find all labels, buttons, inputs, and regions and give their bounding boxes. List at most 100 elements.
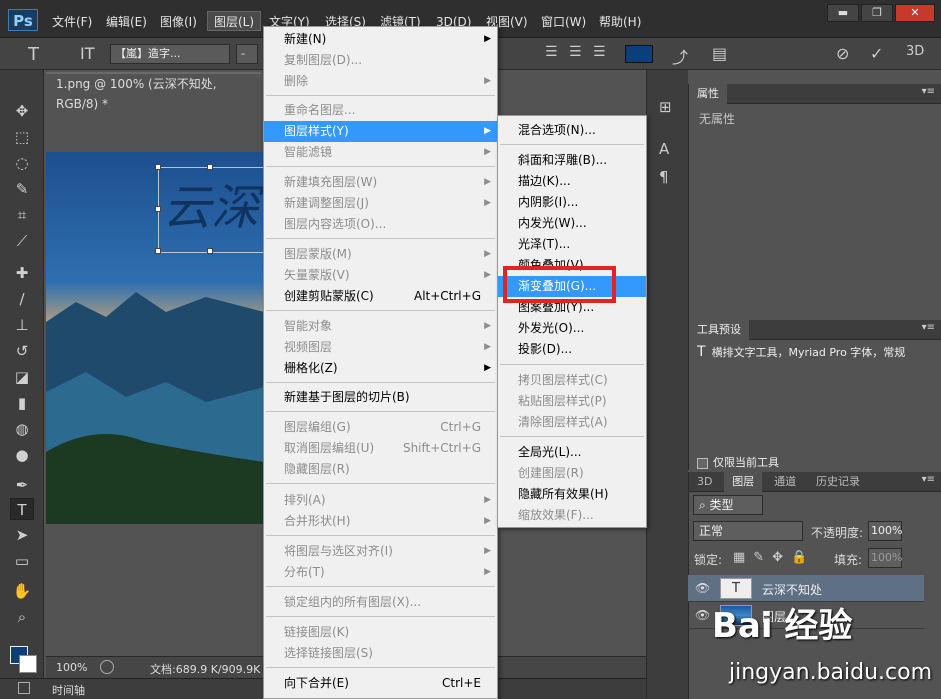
menu-item-hide-layers[interactable]: 隐藏图层(R) [264,459,497,480]
hand-tool-icon[interactable]: ✋ [10,580,34,602]
crop-tool-icon[interactable]: ⌗ [10,204,34,226]
menu-item-layer-slice[interactable]: 新建基于图层的切片(B) [264,387,497,408]
menu-item-distribute[interactable]: 分布(T) ▶ [264,562,497,583]
menu-item-scale-effects[interactable]: 缩放效果(F)... [498,505,646,526]
menu-item-arrange[interactable]: 排列(A) ▶ [264,490,497,511]
zoom-tool-icon[interactable]: ⌕ [10,606,34,628]
text-orientation-icon[interactable]: IT [80,44,95,63]
menu-item-link-layers[interactable]: 链接图层(K) [264,622,497,643]
menu-item-vector-mask[interactable]: 矢量蒙版(V) ▶ [264,265,497,286]
eye-icon[interactable]: 👁 [695,581,710,595]
menu-item-smart-object[interactable]: 智能对象 ▶ [264,316,497,337]
document-tab[interactable]: 1.png @ 100% (云深不知处, RGB/8) * [46,72,261,111]
type-tool-icon[interactable]: T [28,44,39,65]
menu-item-smart-filter[interactable]: 智能滤镜 ▶ [264,142,497,163]
healing-brush-icon[interactable]: ✚ [10,262,34,284]
layer-name[interactable]: 云深不知处 [762,581,822,598]
cancel-icon[interactable]: ⊘ [836,44,849,63]
handle[interactable] [207,164,213,170]
tab-3d[interactable]: 3D [689,472,720,492]
timeline-label[interactable]: 时间轴 [52,682,85,698]
menu-item-lock-all[interactable]: 锁定组内的所有图层(X)... [264,592,497,613]
menu-item-outer-glow[interactable]: 外发光(O)... [498,318,646,339]
menu-item-create-layer[interactable]: 创建图层(R) [498,463,646,484]
menu-item-inner-shadow[interactable]: 内阴影(I)... [498,192,646,213]
menu-image[interactable]: 图像(I) [154,12,203,32]
quick-select-icon[interactable]: ✎ [10,178,34,200]
path-select-icon[interactable]: ➤ [10,524,34,546]
share-icon[interactable] [100,660,114,674]
brush-tool-icon[interactable]: ∕ [10,288,34,310]
menu-item-global-light[interactable]: 全局光(L)... [498,442,646,463]
lasso-tool-icon[interactable]: ◌ [10,152,34,174]
menu-item-stroke[interactable]: 描边(K)... [498,171,646,192]
tool-preset-item[interactable]: T 横排文字工具，Myriad Pro 字体，常规 [697,344,922,360]
menu-item-merge-down[interactable]: 向下合并(E) Ctrl+E [264,673,497,694]
paragraph-panel-icon[interactable]: ¶ [659,168,669,186]
menu-item-delete[interactable]: 删除 ▶ [264,71,497,92]
font-style-select[interactable]: - [236,44,258,64]
shape-tool-icon[interactable]: ▭ [10,550,34,572]
handle[interactable] [207,248,213,254]
layer-filter-select[interactable]: ⌕ 类型 [693,495,763,515]
panel-menu-icon[interactable]: ▾≡ [922,86,935,97]
menu-item-inner-glow[interactable]: 内发光(W)... [498,213,646,234]
menu-item-blending-options[interactable]: 混合选项(N)... [498,120,646,141]
marquee-tool-icon[interactable]: ⬚ [10,126,34,148]
opacity-input[interactable]: 100% [868,521,902,541]
fill-input[interactable]: 100% [868,548,902,568]
menu-item-layer-style[interactable]: 图层样式(Y) ▶ [264,121,497,142]
stamp-tool-icon[interactable]: ⊥ [10,314,34,336]
tab-tool-presets[interactable]: 工具预设 [689,320,749,340]
menu-item-rasterize[interactable]: 栅格化(Z) ▶ [264,358,497,379]
handle[interactable] [155,248,161,254]
minimize-button[interactable]: ▬ [827,4,859,22]
menu-item-drop-shadow[interactable]: 投影(D)... [498,339,646,360]
menu-item-bevel-emboss[interactable]: 斜面和浮雕(B)... [498,150,646,171]
handle[interactable] [155,164,161,170]
menu-item-content-options[interactable]: 图层内容选项(O)... [264,214,497,235]
panel-menu-icon[interactable]: ▾≡ [922,474,935,485]
menu-item-combine-shapes[interactable]: 合并形状(H) ▶ [264,511,497,532]
tab-properties[interactable]: 属性 [689,84,727,104]
menu-item-new[interactable]: 新建(N) ▶ [264,29,497,50]
align-center-icon[interactable]: ☰ [569,44,582,60]
type-tool-icon[interactable]: T [10,498,34,520]
close-button[interactable]: ✕ [895,4,935,22]
menu-item-satin[interactable]: 光泽(T)... [498,234,646,255]
menu-file[interactable]: 文件(F) [46,12,98,32]
tab-channels[interactable]: 通道 [766,472,804,492]
3d-button[interactable]: 3D [906,44,924,59]
current-tool-only-checkbox[interactable]: 仅限当前工具 [697,454,779,470]
menu-window[interactable]: 窗口(W) [535,12,592,32]
background-color-swatch[interactable] [19,655,37,673]
char-panel-icon[interactable]: ▤ [712,44,727,63]
menu-item-clear-style[interactable]: 清除图层样式(A) [498,412,646,433]
eye-icon[interactable]: 👁 [695,608,710,622]
menu-item-duplicate[interactable]: 复制图层(D)... [264,50,497,71]
menu-item-paste-style[interactable]: 粘贴图层样式(P) [498,391,646,412]
maximize-button[interactable]: ❐ [861,4,893,22]
menu-item-new-fill-layer[interactable]: 新建填充图层(W) ▶ [264,172,497,193]
menu-item-select-linked[interactable]: 选择链接图层(S) [264,643,497,664]
commit-icon[interactable]: ✓ [870,44,883,63]
menu-item-ungroup[interactable]: 取消图层编组(U) Shift+Ctrl+G [264,438,497,459]
zoom-level[interactable]: 100% [56,661,87,674]
tab-layers[interactable]: 图层 [724,472,763,492]
text-bounding-box[interactable] [155,164,264,254]
warp-text-icon[interactable]: ⤴ [672,44,688,68]
menu-item-clipping-mask[interactable]: 创建剪贴蒙版(C) Alt+Ctrl+G [264,286,497,307]
history-panel-icon[interactable]: ⊞ [659,98,672,116]
menu-item-rename[interactable]: 重命名图层... [264,100,497,121]
align-left-icon[interactable]: ☰ [545,44,558,60]
menu-edit[interactable]: 编辑(E) [100,12,153,32]
menu-item-layer-mask[interactable]: 图层蒙版(M) ▶ [264,244,497,265]
panel-menu-icon[interactable]: ▾≡ [922,322,935,333]
menu-item-group[interactable]: 图层编组(G) Ctrl+G [264,417,497,438]
text-color-swatch[interactable] [625,45,653,63]
menu-item-copy-style[interactable]: 拷贝图层样式(C) [498,370,646,391]
move-tool-icon[interactable]: ✥ [10,100,34,122]
gradient-tool-icon[interactable]: ▮ [10,392,34,414]
eraser-tool-icon[interactable]: ◪ [10,366,34,388]
tab-history[interactable]: 历史记录 [808,472,868,492]
